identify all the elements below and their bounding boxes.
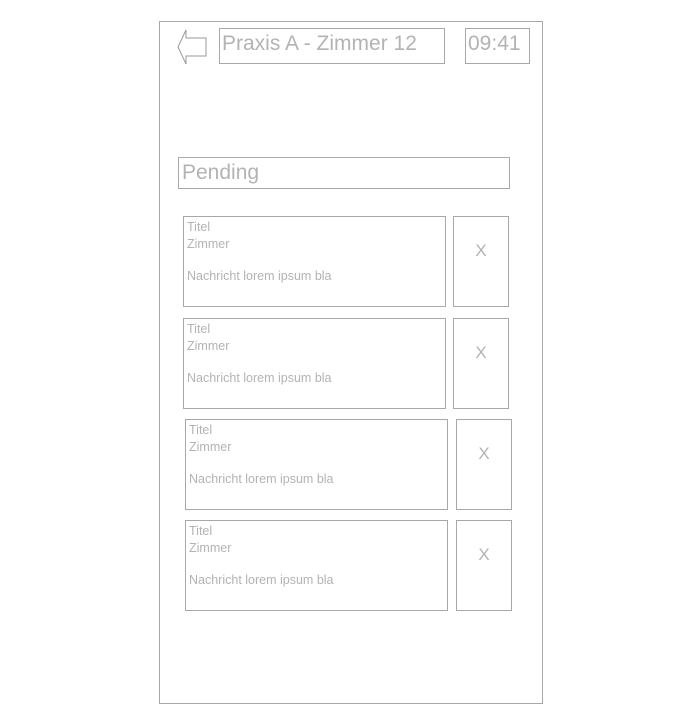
notification-room: Zimmer (187, 236, 230, 251)
dismiss-button[interactable]: X (453, 318, 509, 409)
notification-room: Zimmer (187, 338, 230, 353)
notification-room: Zimmer (189, 540, 232, 555)
back-button[interactable] (177, 29, 207, 65)
clock: 09:41 (465, 28, 530, 64)
notification-title: Titel (189, 423, 213, 437)
page-title: Praxis A - Zimmer 12 (219, 28, 445, 64)
notification-message: Nachricht lorem ipsum bla (189, 472, 334, 486)
notification-title: Titel (189, 524, 213, 538)
notification-card[interactable]: Titel Zimmer Nachricht lorem ipsum bla (185, 419, 448, 510)
dismiss-button[interactable]: X (456, 520, 512, 611)
notification-card[interactable]: Titel Zimmer Nachricht lorem ipsum bla (185, 520, 448, 611)
notification-card[interactable]: Titel Zimmer Nachricht lorem ipsum bla (183, 318, 446, 409)
back-arrow-icon (177, 29, 207, 65)
notification-title: Titel (187, 322, 211, 336)
notification-title: Titel (187, 220, 211, 234)
dismiss-button[interactable]: X (456, 419, 512, 510)
section-title-pending: Pending (178, 157, 510, 189)
notification-card[interactable]: Titel Zimmer Nachricht lorem ipsum bla (183, 216, 446, 307)
notification-message: Nachricht lorem ipsum bla (189, 573, 334, 587)
notification-room: Zimmer (189, 439, 232, 454)
notification-message: Nachricht lorem ipsum bla (187, 371, 332, 385)
dismiss-button[interactable]: X (453, 216, 509, 307)
notification-message: Nachricht lorem ipsum bla (187, 269, 332, 283)
